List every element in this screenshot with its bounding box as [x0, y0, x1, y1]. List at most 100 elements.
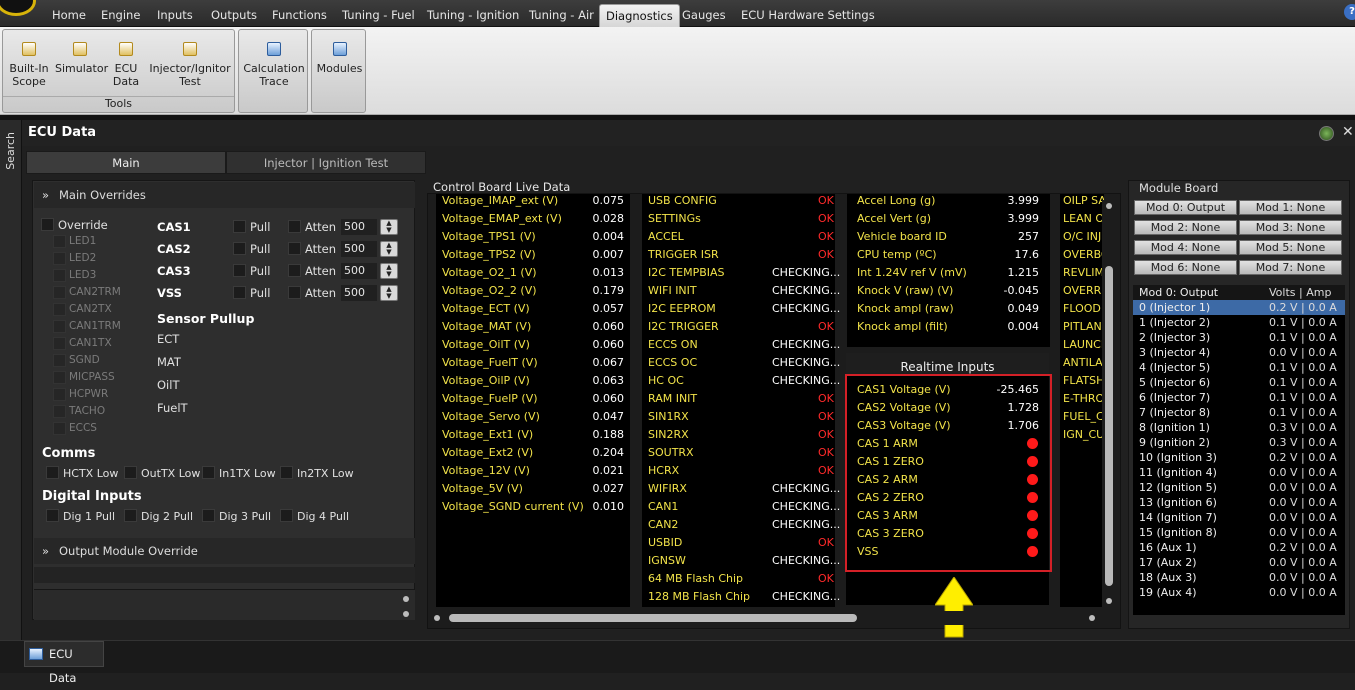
atten-checkbox[interactable] [288, 220, 301, 233]
modules-button[interactable]: Modules [316, 42, 363, 75]
app-logo[interactable] [0, 0, 36, 16]
override-item-checkbox[interactable] [53, 422, 66, 435]
comms-checkbox[interactable] [124, 466, 137, 479]
scroll-dot-icon[interactable] [403, 611, 409, 617]
table-row[interactable]: 7 (Injector 8) 0.1 V | 0.0 A [1133, 405, 1345, 420]
table-row[interactable]: 9 (Ignition 2) 0.3 V | 0.0 A [1133, 435, 1345, 450]
table-row[interactable]: 19 (Aux 4) 0.0 V | 0.0 A [1133, 585, 1345, 600]
ecu-data-button[interactable]: ECU Data [109, 42, 143, 88]
module-button[interactable]: Mod 3: None [1239, 220, 1342, 235]
override-item-checkbox[interactable] [53, 405, 66, 418]
digital-input-checkbox[interactable] [202, 509, 215, 522]
calculation-trace-button[interactable]: Calculation Trace [243, 42, 305, 88]
atten-value-input[interactable]: 500 [341, 219, 377, 235]
override-item-checkbox[interactable] [53, 354, 66, 367]
table-row[interactable]: 1 (Injector 2) 0.1 V | 0.0 A [1133, 315, 1345, 330]
table-row[interactable]: 4 (Injector 5) 0.1 V | 0.0 A [1133, 360, 1345, 375]
table-row[interactable]: 17 (Aux 2) 0.0 V | 0.0 A [1133, 555, 1345, 570]
digital-input-checkbox[interactable] [46, 509, 59, 522]
table-row[interactable]: 5 (Injector 6) 0.1 V | 0.0 A [1133, 375, 1345, 390]
scroll-dot-icon[interactable] [403, 596, 409, 602]
tab-home[interactable]: Home [46, 4, 92, 27]
override-item-checkbox[interactable] [53, 235, 66, 248]
table-row[interactable]: 8 (Ignition 1) 0.3 V | 0.0 A [1133, 420, 1345, 435]
vertical-scroll-thumb[interactable] [1105, 266, 1113, 586]
tab-diagnostics[interactable]: Diagnostics [599, 4, 680, 27]
pull-checkbox[interactable] [233, 242, 246, 255]
tab-injector-ignition-test[interactable]: Injector | Ignition Test [226, 151, 426, 174]
tab-engine[interactable]: Engine [95, 4, 146, 27]
table-row[interactable]: 14 (Ignition 7) 0.0 V | 0.0 A [1133, 510, 1345, 525]
spinner-icon[interactable]: ▲ ▼ [380, 285, 398, 301]
override-item-checkbox[interactable] [53, 337, 66, 350]
table-row[interactable]: 0 (Injector 1) 0.2 V | 0.0 A [1133, 300, 1345, 315]
override-item-checkbox[interactable] [53, 286, 66, 299]
bottom-tab-ecu-data[interactable]: ECU Data [24, 641, 104, 685]
horizontal-scroll-thumb[interactable] [449, 614, 857, 622]
spinner-icon[interactable]: ▲ ▼ [380, 241, 398, 257]
tab-tuning-ignition[interactable]: Tuning - Ignition [421, 4, 525, 27]
injector-ignitor-test-button[interactable]: Injector/Ignitor Test [149, 42, 231, 88]
spinner-icon[interactable]: ▲ ▼ [380, 263, 398, 279]
override-item-checkbox[interactable] [53, 388, 66, 401]
module-button[interactable]: Mod 5: None [1239, 240, 1342, 255]
atten-value-input[interactable]: 500 [341, 263, 377, 279]
tab-tuning-air[interactable]: Tuning - Air [523, 4, 600, 27]
override-item-checkbox[interactable] [53, 252, 66, 265]
tab-outputs[interactable]: Outputs [205, 4, 263, 27]
vertical-scrollbar[interactable] [1102, 200, 1116, 608]
override-item-checkbox[interactable] [53, 269, 66, 282]
table-row[interactable]: 13 (Ignition 6) 0.0 V | 0.0 A [1133, 495, 1345, 510]
module-button[interactable]: Mod 4: None [1134, 240, 1237, 255]
horizontal-scrollbar[interactable] [431, 611, 1103, 625]
digital-input-checkbox[interactable] [280, 509, 293, 522]
scroll-up-icon[interactable] [1106, 203, 1112, 209]
tab-main[interactable]: Main [26, 151, 226, 174]
table-row[interactable]: 11 (Ignition 4) 0.0 V | 0.0 A [1133, 465, 1345, 480]
tab-gauges[interactable]: Gauges [676, 4, 732, 27]
table-row[interactable]: 12 (Ignition 5) 0.0 V | 0.0 A [1133, 480, 1345, 495]
table-row[interactable]: 18 (Aux 3) 0.0 V | 0.0 A [1133, 570, 1345, 585]
table-row[interactable]: 2 (Injector 3) 0.1 V | 0.0 A [1133, 330, 1345, 345]
atten-checkbox[interactable] [288, 264, 301, 277]
tab-ecu-hardware-settings[interactable]: ECU Hardware Settings [735, 4, 881, 27]
pin-icon[interactable] [1319, 126, 1334, 141]
atten-checkbox[interactable] [288, 242, 301, 255]
pull-checkbox[interactable] [233, 220, 246, 233]
output-module-override-header[interactable]: » Output Module Override [34, 538, 415, 564]
pull-checkbox[interactable] [233, 264, 246, 277]
comms-checkbox[interactable] [202, 466, 215, 479]
module-button[interactable]: Mod 7: None [1239, 260, 1342, 275]
simulator-button[interactable]: Simulator [55, 42, 108, 75]
scroll-left-icon[interactable] [434, 615, 440, 621]
tab-functions[interactable]: Functions [266, 4, 333, 27]
scroll-down-icon[interactable] [1106, 598, 1112, 604]
table-row[interactable]: 16 (Aux 1) 0.2 V | 0.0 A [1133, 540, 1345, 555]
module-button[interactable]: Mod 0: Output [1134, 200, 1237, 215]
scroll-right-icon[interactable] [1089, 615, 1095, 621]
help-icon[interactable]: ? [1344, 4, 1355, 20]
built-in-scope-button[interactable]: Built-In Scope [7, 42, 51, 88]
tab-inputs[interactable]: Inputs [151, 4, 199, 27]
digital-input-checkbox[interactable] [124, 509, 137, 522]
module-button[interactable]: Mod 2: None [1134, 220, 1237, 235]
module-button[interactable]: Mod 1: None [1239, 200, 1342, 215]
pull-checkbox[interactable] [233, 286, 246, 299]
spinner-icon[interactable]: ▲ ▼ [380, 219, 398, 235]
table-row[interactable]: 3 (Injector 4) 0.0 V | 0.0 A [1133, 345, 1345, 360]
override-checkbox[interactable] [41, 218, 54, 231]
main-overrides-header[interactable]: » Main Overrides [34, 182, 415, 208]
comms-checkbox[interactable] [46, 466, 59, 479]
atten-value-input[interactable]: 500 [341, 241, 377, 257]
table-row[interactable]: 15 (Ignition 8) 0.0 V | 0.0 A [1133, 525, 1345, 540]
atten-value-input[interactable]: 500 [341, 285, 377, 301]
table-row[interactable]: 10 (Ignition 3) 0.2 V | 0.0 A [1133, 450, 1345, 465]
override-item-checkbox[interactable] [53, 303, 66, 316]
search-side-tab[interactable]: Search [4, 132, 17, 170]
atten-checkbox[interactable] [288, 286, 301, 299]
override-item-checkbox[interactable] [53, 371, 66, 384]
comms-checkbox[interactable] [280, 466, 293, 479]
tab-tuning-fuel[interactable]: Tuning - Fuel [336, 4, 421, 27]
table-row[interactable]: 6 (Injector 7) 0.1 V | 0.0 A [1133, 390, 1345, 405]
close-icon[interactable]: ✕ [1342, 124, 1354, 140]
